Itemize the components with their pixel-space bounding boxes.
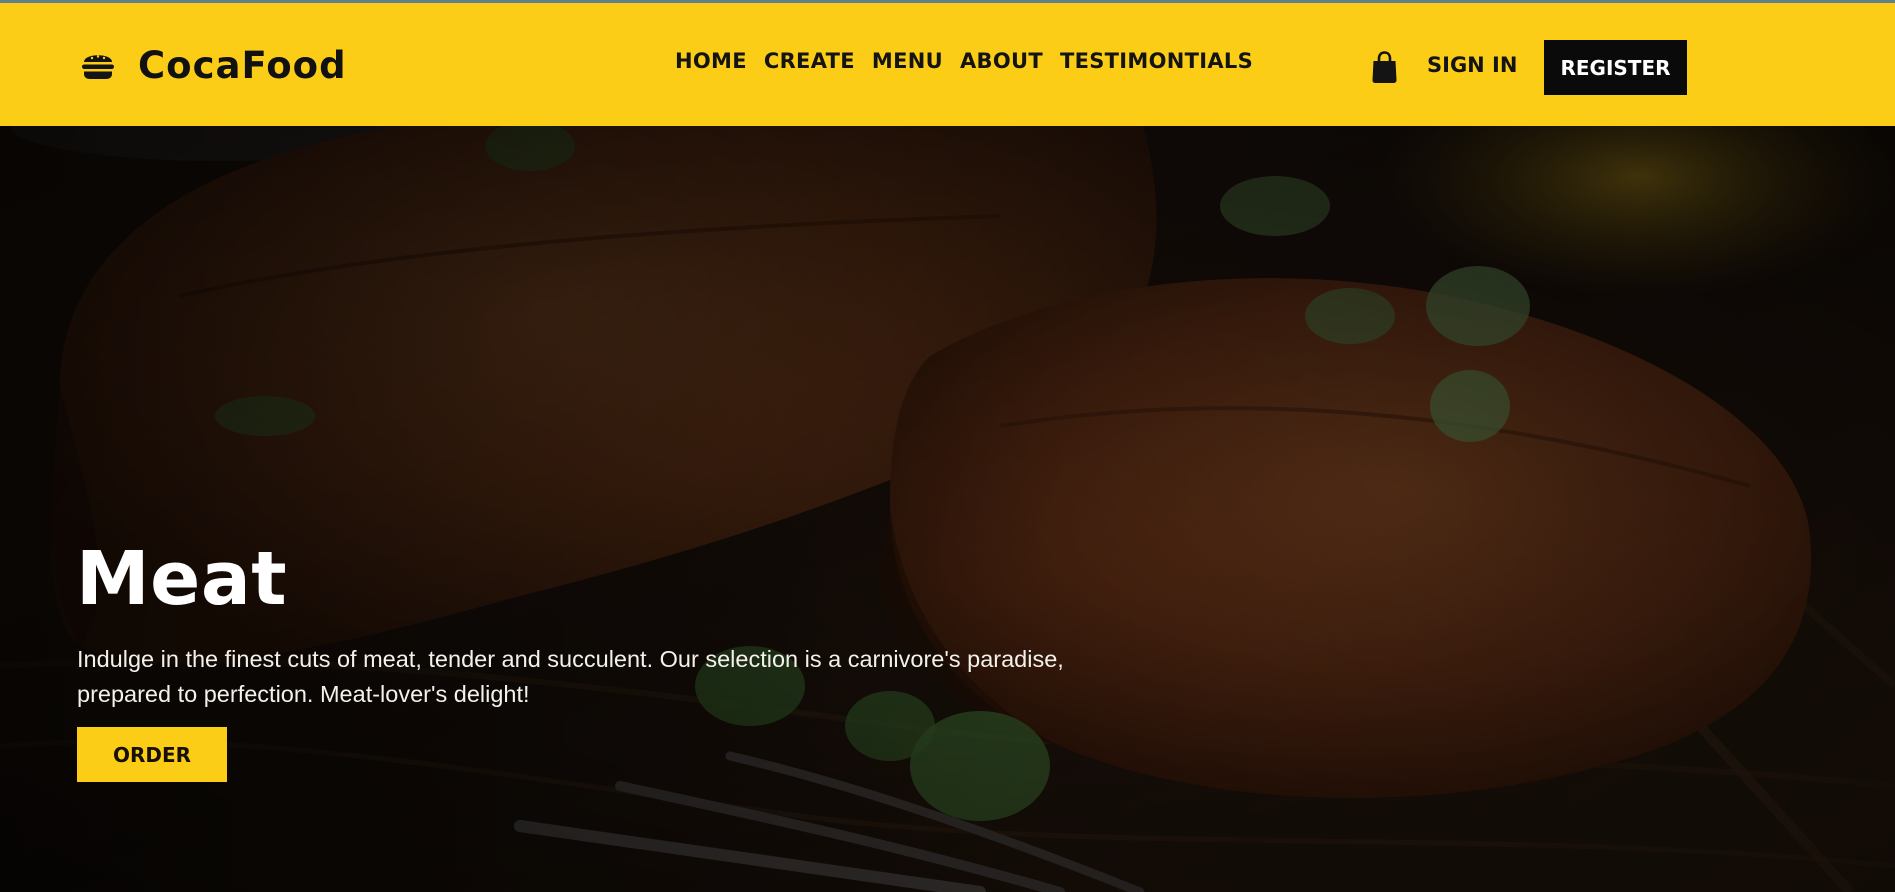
sign-in-link[interactable]: SIGN IN xyxy=(1427,53,1517,77)
shopping-bag-icon[interactable] xyxy=(1370,50,1399,84)
nav-item-home[interactable]: HOME xyxy=(675,49,747,73)
nav-item-menu[interactable]: MENU xyxy=(872,49,943,73)
nav-item-testimonials[interactable]: TESTIMONTIALS xyxy=(1060,49,1253,73)
register-button[interactable]: REGISTER xyxy=(1544,40,1687,95)
steak-background-image xyxy=(0,126,1895,892)
brand-name: CocaFood xyxy=(138,43,347,87)
hero-section: Meat Indulge in the finest cuts of meat,… xyxy=(0,126,1895,892)
main-nav: HOME CREATE MENU ABOUT TESTIMONTIALS xyxy=(675,49,1253,73)
order-button[interactable]: ORDER xyxy=(77,727,227,782)
brand-logo[interactable]: CocaFood xyxy=(80,41,347,89)
site-header: CocaFood HOME CREATE MENU ABOUT TESTIMON… xyxy=(0,0,1895,126)
page: CocaFood HOME CREATE MENU ABOUT TESTIMON… xyxy=(0,0,1895,892)
hero-title: Meat xyxy=(76,536,288,622)
nav-item-about[interactable]: ABOUT xyxy=(960,49,1043,73)
burger-icon xyxy=(82,55,114,79)
nav-item-create[interactable]: CREATE xyxy=(764,49,855,73)
hero-description: Indulge in the finest cuts of meat, tend… xyxy=(77,646,1064,707)
